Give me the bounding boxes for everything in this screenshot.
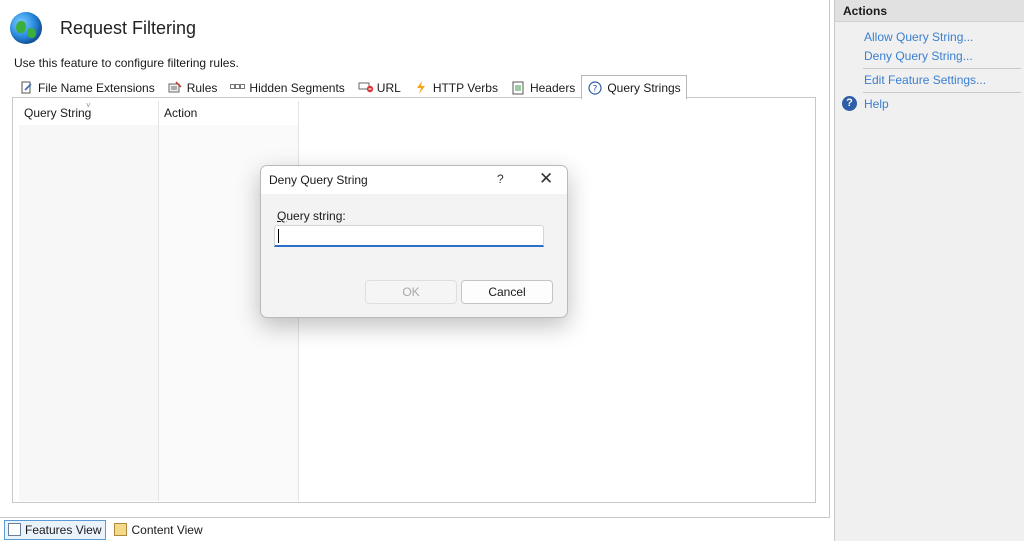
content-view-icon: [114, 523, 128, 536]
query-strings-grid: ˅ Query String Action: [19, 101, 299, 501]
dialog-help-button[interactable]: ?: [497, 172, 504, 186]
hidden-segments-icon: [230, 81, 246, 95]
close-icon[interactable]: ✕: [539, 169, 553, 189]
text-caret: [278, 229, 279, 243]
tab-label: File Name Extensions: [38, 80, 155, 95]
actions-separator: [863, 92, 1021, 93]
column-header-query-string[interactable]: ˅ Query String: [19, 101, 158, 125]
cancel-button[interactable]: Cancel: [461, 280, 553, 304]
dialog-title: Deny Query String: [269, 173, 368, 187]
query-string-input[interactable]: [274, 225, 544, 247]
page-title: Request Filtering: [60, 17, 197, 38]
feature-description: Use this feature to configure filtering …: [14, 56, 239, 70]
label-rest: uery string:: [286, 209, 346, 223]
features-view-label: Features View: [25, 522, 102, 537]
tab-headers[interactable]: Headers: [504, 76, 581, 98]
tab-http-verbs[interactable]: HTTP Verbs: [407, 76, 504, 98]
tab-query-strings[interactable]: ? Query Strings: [581, 75, 687, 99]
ok-button[interactable]: OK: [365, 280, 457, 304]
allow-query-string-link[interactable]: Allow Query String...: [864, 30, 973, 44]
tab-rules[interactable]: Rules: [161, 76, 224, 98]
rules-icon: [168, 80, 182, 95]
tab-url[interactable]: URL: [351, 76, 407, 98]
tab-hidden-segments[interactable]: Hidden Segments: [223, 76, 350, 98]
deny-query-string-link[interactable]: Deny Query String...: [864, 49, 973, 63]
help-icon[interactable]: ?: [842, 96, 857, 111]
content-view-button[interactable]: Content View: [110, 520, 207, 540]
document-edit-icon: [19, 81, 33, 95]
tab-label: URL: [376, 80, 401, 95]
deny-query-string-dialog: Deny Query String ? ✕ Query string: OK C…: [260, 165, 568, 318]
access-key-letter: Q: [277, 209, 287, 223]
column-header-label: Query String: [24, 106, 92, 120]
features-view-icon: [8, 523, 21, 536]
query-string-label: Query string:: [277, 209, 346, 223]
headers-icon: [511, 81, 525, 95]
tab-strip: File Name Extensions Rules Hidden Segmen…: [12, 75, 687, 99]
grid-column-query-string: ˅ Query String: [19, 101, 159, 501]
actions-separator: [863, 68, 1021, 69]
column-header-action[interactable]: Action: [159, 101, 298, 125]
view-switcher: Features View Content View: [0, 518, 830, 541]
feature-header: Request Filtering: [10, 8, 196, 48]
tab-label: Rules: [186, 80, 218, 95]
tab-label: Headers: [529, 80, 576, 95]
tab-label: Hidden Segments: [249, 80, 345, 95]
actions-header: Actions: [835, 0, 1024, 22]
column-header-label: Action: [164, 106, 198, 120]
content-view-label: Content View: [131, 522, 203, 537]
tab-label: Query Strings: [607, 80, 681, 95]
globe-icon: [10, 12, 42, 44]
lightning-icon: [414, 80, 428, 95]
actions-pane: Actions Allow Query String... Deny Query…: [834, 0, 1024, 541]
tab-file-name-extensions[interactable]: File Name Extensions: [12, 76, 161, 98]
sort-indicator-icon: ˅: [86, 101, 91, 110]
url-deny-icon: [358, 81, 373, 95]
tab-label: HTTP Verbs: [432, 80, 498, 95]
help-link[interactable]: Help: [864, 97, 889, 111]
question-icon: ?: [588, 80, 602, 95]
svg-text:?: ?: [593, 84, 598, 94]
dialog-titlebar: Deny Query String ? ✕: [261, 166, 567, 194]
edit-feature-settings-link[interactable]: Edit Feature Settings...: [864, 73, 986, 87]
features-view-button[interactable]: Features View: [4, 519, 107, 540]
